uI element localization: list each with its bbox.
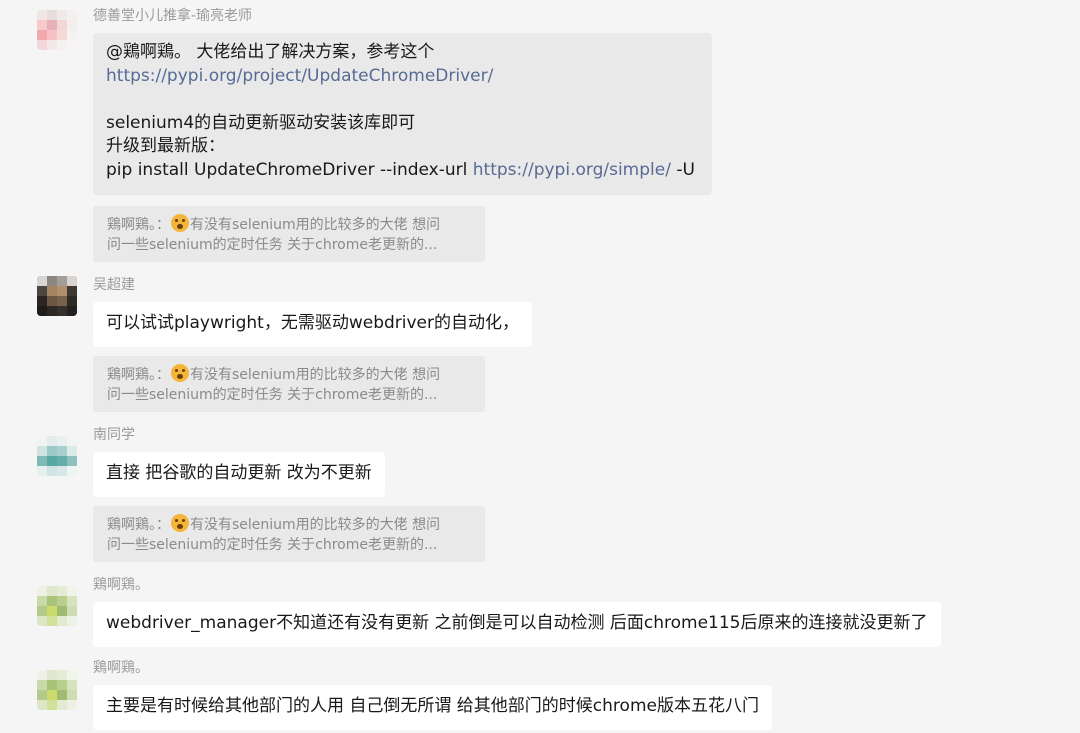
message-bubble[interactable]: 可以试试playwright，无需驱动webdriver的自动化， bbox=[93, 302, 533, 347]
message-line: 升级到最新版： bbox=[106, 136, 225, 156]
message-bubble[interactable]: webdriver_manager不知道还有没有更新 之前倒是可以自动检测 后面… bbox=[93, 602, 941, 647]
avatar[interactable] bbox=[37, 276, 77, 316]
sender-name: 鶏啊鶏。 bbox=[93, 660, 149, 676]
message-bubble[interactable]: 直接 把谷歌的自动更新 改为不更新 bbox=[93, 452, 385, 497]
crying-face-emoji-icon bbox=[171, 364, 189, 382]
message-line: selenium4的自动更新驱动安装该库即可 bbox=[106, 112, 416, 133]
sender-name: 德善堂小儿推拿-瑜亮老师 bbox=[93, 8, 253, 24]
message-bubble[interactable]: @鶏啊鶏。 大佬给出了解决方案，参考这个 https://pypi.org/pr… bbox=[93, 33, 712, 195]
crying-face-emoji-icon bbox=[171, 514, 189, 532]
avatar[interactable] bbox=[37, 670, 77, 710]
quoted-message[interactable]: 鶏啊鶏。： 有没有selenium用的比较多的大佬 想问 问一些selenium的… bbox=[93, 206, 485, 262]
pypi-project-link[interactable]: https://pypi.org/project/UpdateChromeDri… bbox=[106, 66, 493, 86]
avatar[interactable] bbox=[37, 10, 77, 50]
avatar[interactable] bbox=[37, 586, 77, 626]
pypi-simple-link[interactable]: https://pypi.org/simple/ bbox=[473, 160, 671, 180]
avatar[interactable] bbox=[37, 436, 77, 476]
message-line: @鶏啊鶏。 大佬给出了解决方案，参考这个 bbox=[106, 42, 435, 62]
sender-name: 南同学 bbox=[93, 427, 135, 443]
crying-face-emoji-icon bbox=[171, 214, 189, 232]
quoted-message[interactable]: 鶏啊鶏。： 有没有selenium用的比较多的大佬 想问 问一些selenium的… bbox=[93, 506, 485, 562]
sender-name: 鶏啊鶏。 bbox=[93, 577, 149, 593]
quoted-message[interactable]: 鶏啊鶏。： 有没有selenium用的比较多的大佬 想问 问一些selenium的… bbox=[93, 356, 485, 412]
message-line: pip install UpdateChromeDriver --index-u… bbox=[106, 159, 695, 180]
message-bubble[interactable]: 主要是有时候给其他部门的人用 自己倒无所谓 给其他部门的时候chrome版本五花… bbox=[93, 685, 772, 730]
sender-name: 吴超建 bbox=[93, 277, 135, 293]
